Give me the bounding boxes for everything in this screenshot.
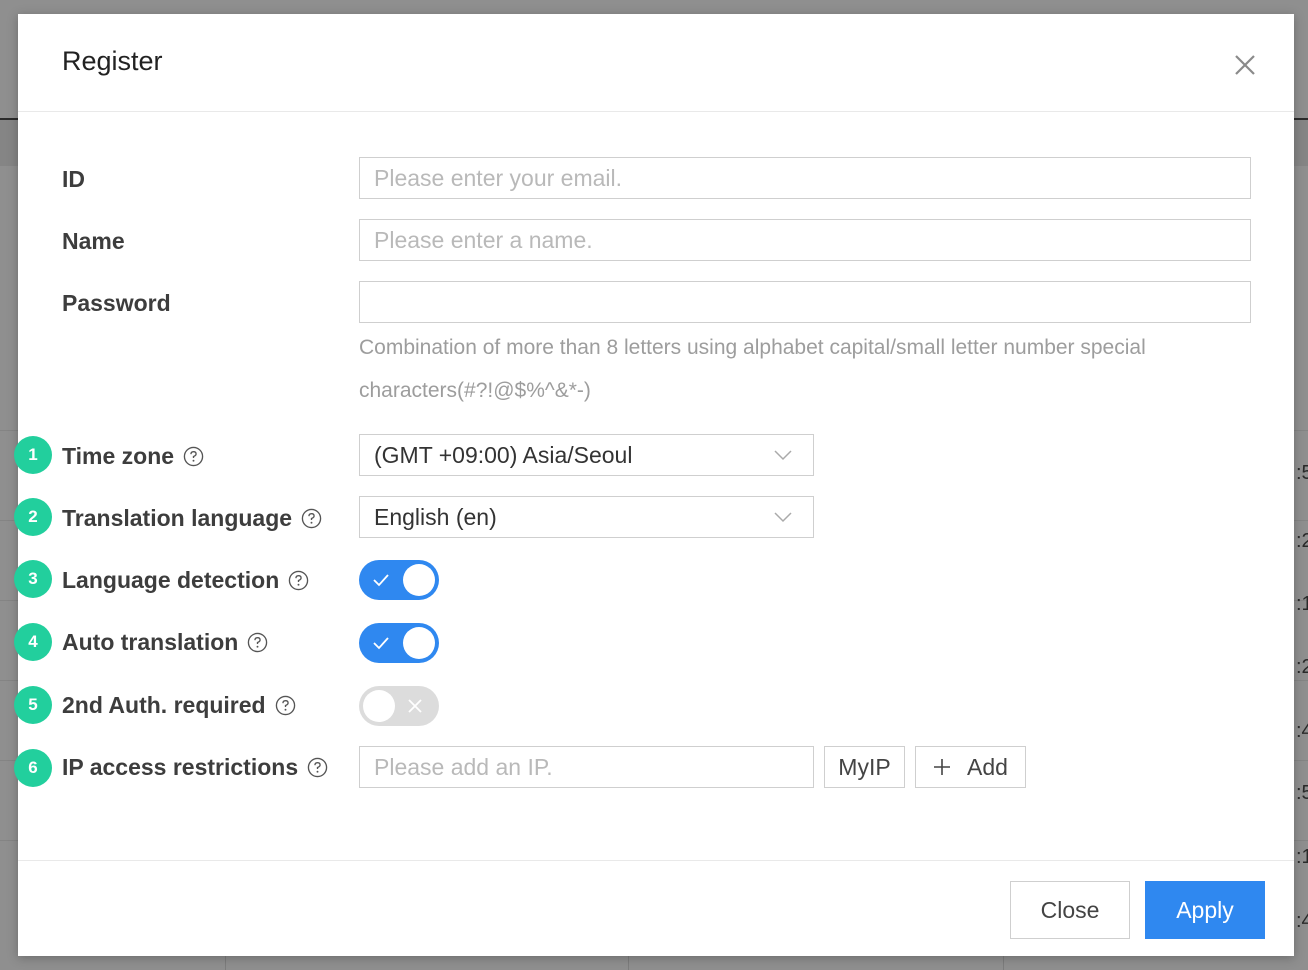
second-auth-toggle[interactable] bbox=[359, 686, 439, 726]
background-cell-fragment: :2 bbox=[1296, 656, 1308, 678]
apply-button-label: Apply bbox=[1176, 896, 1234, 923]
time-zone-label: Time zone bbox=[62, 443, 204, 470]
auto-translation-label: Auto translation bbox=[62, 629, 268, 656]
translation-language-label: Translation language bbox=[62, 505, 322, 532]
second-auth-label-text: 2nd Auth. required bbox=[62, 692, 266, 718]
language-detection-label-text: Language detection bbox=[62, 567, 280, 593]
check-icon bbox=[373, 574, 389, 587]
toggle-knob bbox=[363, 690, 395, 722]
help-icon[interactable] bbox=[301, 508, 322, 529]
step-badge-1: 1 bbox=[14, 436, 52, 474]
ip-input[interactable] bbox=[359, 746, 814, 788]
name-input[interactable] bbox=[359, 219, 1251, 261]
step-badge-4: 4 bbox=[14, 623, 52, 661]
id-label-text: ID bbox=[62, 166, 85, 192]
ip-restrictions-label: IP access restrictions bbox=[62, 754, 328, 781]
chevron-down-icon bbox=[774, 450, 792, 461]
help-icon[interactable] bbox=[183, 446, 204, 467]
background-cell-fragment: :5 bbox=[1296, 462, 1308, 484]
ip-restrictions-label-text: IP access restrictions bbox=[62, 754, 299, 780]
help-icon[interactable] bbox=[307, 757, 328, 778]
password-input[interactable] bbox=[359, 281, 1251, 323]
add-ip-button-label: Add bbox=[967, 753, 1008, 780]
dialog-header: Register bbox=[18, 14, 1294, 112]
myip-button[interactable]: MyIP bbox=[824, 746, 905, 788]
background-cell-fragment: :1 bbox=[1296, 593, 1308, 615]
apply-button[interactable]: Apply bbox=[1145, 881, 1265, 939]
background-cell-fragment: :1 bbox=[1296, 846, 1308, 868]
chevron-down-icon bbox=[774, 512, 792, 523]
time-zone-selected-value: (GMT +09:00) Asia/Seoul bbox=[374, 441, 633, 468]
id-email-input[interactable] bbox=[359, 157, 1251, 199]
toggle-knob bbox=[403, 564, 435, 596]
password-hint-line1: Combination of more than 8 letters using… bbox=[359, 336, 1146, 359]
myip-button-label: MyIP bbox=[838, 753, 891, 780]
background-cell-fragment: :4 bbox=[1296, 720, 1308, 742]
translation-language-select[interactable]: English (en) bbox=[359, 496, 814, 538]
step-badge-6: 6 bbox=[14, 749, 52, 787]
add-ip-button[interactable]: Add bbox=[915, 746, 1026, 788]
step-badge-2: 2 bbox=[14, 498, 52, 536]
second-auth-label: 2nd Auth. required bbox=[62, 692, 296, 719]
name-label: Name bbox=[62, 228, 125, 255]
auto-translation-toggle[interactable] bbox=[359, 623, 439, 663]
dialog-title: Register bbox=[62, 46, 163, 76]
close-button[interactable]: Close bbox=[1010, 881, 1130, 939]
x-icon bbox=[408, 699, 422, 713]
translation-language-label-text: Translation language bbox=[62, 505, 293, 531]
help-icon[interactable] bbox=[288, 570, 309, 591]
auto-translation-label-text: Auto translation bbox=[62, 629, 239, 655]
language-detection-toggle[interactable] bbox=[359, 560, 439, 600]
step-badge-3: 3 bbox=[14, 560, 52, 598]
close-button-label: Close bbox=[1040, 896, 1100, 923]
name-label-text: Name bbox=[62, 228, 125, 254]
close-icon[interactable] bbox=[1230, 50, 1260, 80]
background-cell-fragment: :5 bbox=[1296, 782, 1308, 804]
register-dialog: Register ID Name Password Combination of… bbox=[14, 14, 1294, 956]
toggle-knob bbox=[403, 627, 435, 659]
password-hint-line2: characters(#?!@$%^&*-) bbox=[359, 379, 591, 402]
help-icon[interactable] bbox=[247, 632, 268, 653]
background-cell-fragment: :4 bbox=[1296, 910, 1308, 932]
language-detection-label: Language detection bbox=[62, 567, 309, 594]
time-zone-select[interactable]: (GMT +09:00) Asia/Seoul bbox=[359, 434, 814, 476]
password-label-text: Password bbox=[62, 290, 171, 316]
help-icon[interactable] bbox=[275, 695, 296, 716]
time-zone-label-text: Time zone bbox=[62, 443, 175, 469]
translation-language-selected-value: English (en) bbox=[374, 503, 497, 530]
check-icon bbox=[373, 637, 389, 650]
step-badge-5: 5 bbox=[14, 686, 52, 724]
plus-icon bbox=[934, 759, 951, 775]
password-label: Password bbox=[62, 290, 171, 317]
footer-divider bbox=[18, 860, 1294, 861]
background-cell-fragment: :2 bbox=[1296, 530, 1308, 552]
id-label: ID bbox=[62, 166, 85, 193]
